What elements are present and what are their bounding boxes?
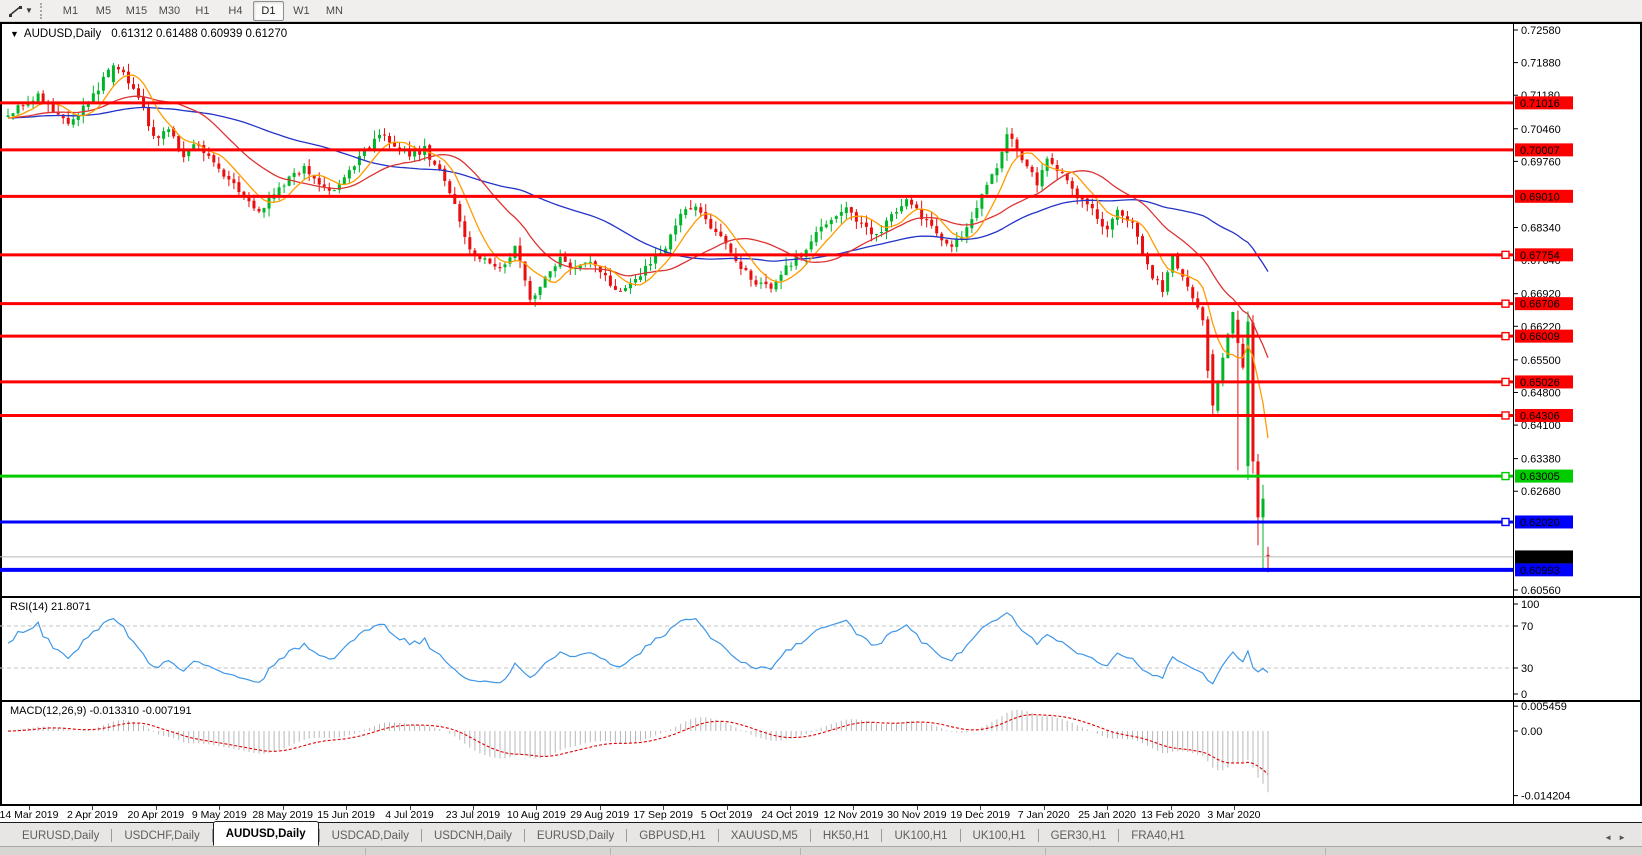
chart-tab-bar: EURUSD,DailyUSDCHF,DailyAUDUSD,DailyUSDC…	[0, 822, 1642, 846]
svg-text:0.67754: 0.67754	[1520, 250, 1560, 262]
timeframe-button-m15[interactable]: M15	[121, 1, 152, 21]
line-tool-dropdown-icon[interactable]: ▼	[25, 6, 33, 15]
date-label: 2 Apr 2019	[67, 809, 118, 821]
svg-text:70: 70	[1521, 621, 1533, 633]
svg-text:0.62020: 0.62020	[1520, 517, 1560, 529]
svg-text:0.60560: 0.60560	[1521, 585, 1561, 596]
date-label: 28 May 2019	[252, 809, 313, 821]
svg-text:100: 100	[1521, 599, 1539, 611]
svg-text:0.64800: 0.64800	[1521, 387, 1561, 399]
svg-text:0.71016: 0.71016	[1520, 98, 1560, 110]
chart-tab-audusd-daily[interactable]: AUDUSD,Daily	[213, 821, 319, 846]
date-label: 15 Jun 2019	[317, 809, 375, 821]
timeframe-button-m5[interactable]: M5	[88, 1, 119, 21]
date-label: 4 Jul 2019	[385, 809, 433, 821]
date-label: 9 May 2019	[192, 809, 247, 821]
macd-signal-line	[8, 715, 1268, 775]
date-label: 20 Apr 2019	[128, 809, 185, 821]
timeframe-button-w1[interactable]: W1	[286, 1, 317, 21]
svg-text:0.64306: 0.64306	[1520, 410, 1560, 422]
svg-text:0: 0	[1521, 689, 1527, 700]
svg-text:0.63380: 0.63380	[1521, 454, 1561, 466]
rsi-line	[8, 613, 1268, 684]
timeframe-button-d1[interactable]: D1	[253, 1, 284, 21]
svg-text:0.66706: 0.66706	[1520, 299, 1560, 311]
date-label: 25 Jan 2020	[1078, 809, 1136, 821]
svg-text:30: 30	[1521, 663, 1533, 675]
timeframe-buttons: M1M5M15M30H1H4D1W1MN	[54, 1, 351, 21]
collapse-chart-icon[interactable]: ▼	[10, 29, 19, 39]
svg-text:0.65026: 0.65026	[1520, 377, 1560, 389]
date-label: 19 Dec 2019	[951, 809, 1011, 821]
svg-text:0.68340: 0.68340	[1521, 223, 1561, 235]
date-label: 24 Oct 2019	[761, 809, 818, 821]
chart-tab-usdchf-daily[interactable]: USDCHF,Daily	[112, 825, 211, 846]
date-label: 17 Sep 2019	[633, 809, 693, 821]
tab-scroll-right-icon[interactable]: ►	[1618, 833, 1632, 842]
svg-text:0.00: 0.00	[1521, 726, 1542, 738]
chart-title: ▼ AUDUSD,Daily 0.61312 0.61488 0.60939 0.6…	[10, 28, 287, 40]
chart-tab-uk100-h1[interactable]: UK100,H1	[961, 825, 1038, 846]
tab-scroll-left-icon[interactable]: ◄	[1604, 833, 1618, 842]
date-label: 5 Oct 2019	[701, 809, 752, 821]
chart-tab-ger30-h1[interactable]: GER30,H1	[1039, 825, 1119, 846]
svg-text:0.71880: 0.71880	[1521, 58, 1561, 70]
rsi-canvas[interactable]: 100 70 30 0	[0, 598, 1642, 700]
svg-text:0.005459: 0.005459	[1521, 702, 1567, 713]
date-label: 7 Jan 2020	[1018, 809, 1070, 821]
svg-text:-0.014204: -0.014204	[1521, 791, 1571, 803]
toolbar-grip	[40, 3, 48, 19]
svg-text:0.69010: 0.69010	[1520, 191, 1560, 203]
svg-text:0.60993: 0.60993	[1520, 565, 1560, 577]
chart-tab-gbpusd-h1[interactable]: GBPUSD,H1	[627, 825, 717, 846]
chart-tab-hk50-h1[interactable]: HK50,H1	[811, 825, 882, 846]
timeframe-button-m30[interactable]: M30	[154, 1, 185, 21]
svg-text:0.70007: 0.70007	[1520, 145, 1560, 157]
date-label: 23 Jul 2019	[446, 809, 500, 821]
timeframe-button-h4[interactable]: H4	[220, 1, 251, 21]
date-label: 12 Nov 2019	[824, 809, 884, 821]
chart-tab-xauusd-m5[interactable]: XAUUSD,M5	[719, 825, 810, 846]
svg-text:0.66009: 0.66009	[1520, 331, 1560, 343]
chart-symbol-period: AUDUSD,Daily	[24, 28, 101, 40]
date-label: 13 Feb 2020	[1141, 809, 1200, 821]
date-label: 10 Aug 2019	[507, 809, 566, 821]
date-label: 30 Nov 2019	[887, 809, 947, 821]
ma-fast-line	[8, 75, 1268, 438]
date-label: 29 Aug 2019	[570, 809, 629, 821]
svg-text:0.63005: 0.63005	[1520, 471, 1560, 483]
svg-text:0.70460: 0.70460	[1521, 124, 1561, 136]
line-tool-icon	[7, 3, 24, 19]
date-axis: 14 Mar 2019 2 Apr 2019 20 Apr 2019 9 May 20…	[0, 806, 1642, 822]
date-label: 14 Mar 2019	[0, 809, 58, 821]
ma-mid-line	[8, 96, 1268, 358]
price-chart-canvas[interactable]: 0.725800.718800.711800.704600.697600.683…	[0, 24, 1642, 596]
timeframe-button-m1[interactable]: M1	[55, 1, 86, 21]
ma-slow-line	[8, 107, 1268, 271]
chart-tab-fra40-h1[interactable]: FRA40,H1	[1119, 825, 1197, 846]
macd-canvas[interactable]: 0.005459 0.00 -0.014204	[0, 702, 1642, 804]
rsi-label: RSI(14) 21.8071	[10, 601, 91, 613]
chart-tab-usdcad-daily[interactable]: USDCAD,Daily	[320, 825, 421, 846]
line-tool-button[interactable]: ▼	[4, 1, 36, 21]
svg-text:0.65500: 0.65500	[1521, 355, 1561, 367]
svg-text:0.62680: 0.62680	[1521, 486, 1561, 498]
chart-ohlc-values: 0.61312 0.61488 0.60939 0.61270	[111, 28, 287, 40]
timeframe-button-h1[interactable]: H1	[187, 1, 218, 21]
chart-tab-uk100-h1[interactable]: UK100,H1	[882, 825, 959, 846]
macd-histogram	[8, 710, 1268, 793]
chart-tab-usdcnh-daily[interactable]: USDCNH,Daily	[422, 825, 524, 846]
macd-label: MACD(12,26,9) -0.013310 -0.007191	[10, 705, 192, 717]
svg-text:0.61270: 0.61270	[1520, 552, 1560, 564]
timeframe-button-mn[interactable]: MN	[319, 1, 350, 21]
svg-text:0.72580: 0.72580	[1521, 25, 1561, 37]
timeframe-toolbar: ▼ M1M5M15M30H1H4D1W1MN	[0, 0, 1642, 22]
date-label: 3 Mar 2020	[1207, 809, 1260, 821]
chart-tab-eurusd-daily[interactable]: EURUSD,Daily	[10, 825, 111, 846]
chart-tab-eurusd-daily[interactable]: EURUSD,Daily	[525, 825, 626, 846]
svg-text:0.69760: 0.69760	[1521, 156, 1561, 168]
